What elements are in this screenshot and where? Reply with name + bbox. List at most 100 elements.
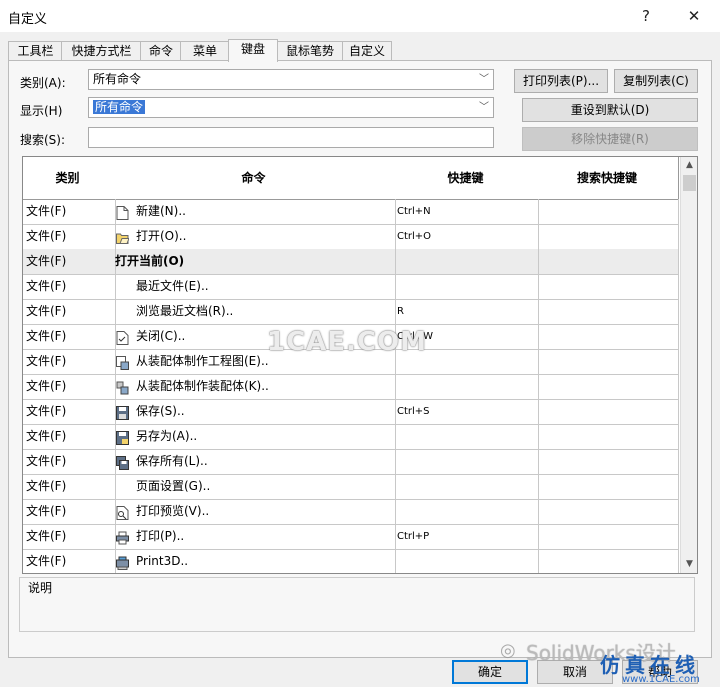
table-row[interactable]: 文件(F) 打开当前(O): [23, 249, 679, 275]
tab-mouse-gestures[interactable]: 鼠标笔势: [276, 41, 344, 61]
header-search-shortcut[interactable]: 搜索快捷键: [536, 157, 679, 200]
tab-menus[interactable]: 菜单: [180, 41, 230, 61]
title-bar: [0, 0, 720, 32]
cell-search-shortcut: [536, 549, 679, 573]
cell-category: 文件(F): [23, 274, 116, 299]
tab-toolbars[interactable]: 工具栏: [8, 41, 63, 61]
close-document-icon: [116, 329, 129, 345]
cell-category: 文件(F): [23, 399, 116, 424]
command-label: Print3D..: [136, 554, 189, 568]
vertical-scrollbar[interactable]: ▲ ▼: [680, 157, 697, 573]
table-row[interactable]: 文件(F) 从装配体制作装配体(K)..: [23, 374, 679, 400]
cell-command: 打印(P)..: [112, 524, 396, 549]
cell-command: 打开当前(O): [112, 249, 396, 274]
ok-button[interactable]: 确定: [452, 660, 528, 684]
table-row[interactable]: 文件(F) 打印预览(V)..: [23, 499, 679, 525]
open-folder-icon: [116, 229, 130, 244]
cell-shortcut[interactable]: [395, 474, 539, 499]
cell-command: 打开(O)..: [112, 224, 396, 249]
cell-search-shortcut: [536, 374, 679, 399]
save-icon: [116, 404, 129, 420]
cell-shortcut[interactable]: Ctrl+P: [395, 524, 539, 549]
tab-shortcut-bars[interactable]: 快捷方式栏: [61, 41, 142, 61]
table-row[interactable]: 文件(F) 浏览最近文档(R).. R: [23, 299, 679, 325]
cell-search-shortcut: [536, 199, 679, 224]
cell-shortcut[interactable]: Ctrl+O: [395, 224, 539, 249]
cell-command: Print3D..: [112, 549, 396, 573]
table-row[interactable]: 文件(F) 保存(S).. Ctrl+S: [23, 399, 679, 425]
header-category[interactable]: 类别: [23, 157, 113, 200]
category-label: 类别(A):: [20, 76, 66, 90]
cell-shortcut[interactable]: [395, 449, 539, 474]
table-row[interactable]: 文件(F) 打开(O).. Ctrl+O: [23, 224, 679, 250]
cell-search-shortcut: [536, 474, 679, 499]
cell-category: 文件(F): [23, 249, 116, 274]
copy-list-button[interactable]: 复制列表(C): [614, 69, 698, 93]
command-label: 从装配体制作工程图(E)..: [136, 354, 269, 368]
table-row[interactable]: 文件(F) 保存所有(L)..: [23, 449, 679, 475]
category-value: 所有命令: [93, 72, 142, 86]
cell-command: 打印预览(V)..: [112, 499, 396, 524]
cell-shortcut[interactable]: [395, 499, 539, 524]
header-command[interactable]: 命令: [112, 157, 396, 200]
cell-shortcut[interactable]: R: [395, 299, 539, 324]
table-row[interactable]: 文件(F) 打印(P).. Ctrl+P: [23, 524, 679, 550]
reset-default-button[interactable]: 重设到默认(D): [522, 98, 698, 122]
print-icon: [116, 529, 129, 545]
cell-command: 浏览最近文档(R)..: [112, 299, 396, 324]
tab-keyboard[interactable]: 键盘: [228, 39, 278, 62]
header-shortcut[interactable]: 快捷键: [395, 157, 537, 200]
cell-command: 新建(N)..: [112, 199, 396, 224]
command-label: 打印预览(V)..: [136, 504, 210, 518]
command-label: 新建(N)..: [136, 204, 186, 218]
cell-shortcut[interactable]: [395, 549, 539, 573]
cell-shortcut[interactable]: [395, 274, 539, 299]
cell-category: 文件(F): [23, 374, 116, 399]
cell-category: 文件(F): [23, 524, 116, 549]
display-dropdown[interactable]: 所有命令 ﹀: [88, 97, 494, 118]
cell-search-shortcut: [536, 499, 679, 524]
cell-command: 另存为(A)..: [112, 424, 396, 449]
cell-category: 文件(F): [23, 224, 116, 249]
cell-shortcut[interactable]: [395, 249, 539, 274]
scroll-up-icon[interactable]: ▲: [681, 157, 697, 174]
table-row[interactable]: 文件(F) 新建(N).. Ctrl+N: [23, 199, 679, 225]
cell-search-shortcut: [536, 299, 679, 324]
cell-shortcut[interactable]: Ctrl+S: [395, 399, 539, 424]
make-drawing-icon: [116, 354, 129, 370]
cell-category: 文件(F): [23, 324, 116, 349]
cell-search-shortcut: [536, 449, 679, 474]
tab-commands[interactable]: 命令: [140, 41, 182, 61]
watermark-site-url: www.1CAE.com: [622, 674, 700, 685]
category-dropdown[interactable]: 所有命令 ﹀: [88, 69, 494, 90]
scroll-thumb[interactable]: [683, 175, 696, 191]
table-row[interactable]: 文件(F) 另存为(A)..: [23, 424, 679, 450]
command-label: 保存所有(L)..: [136, 454, 208, 468]
cell-command: 页面设置(G)..: [112, 474, 396, 499]
scroll-down-icon[interactable]: ▼: [681, 556, 697, 573]
command-label: 最近文件(E)..: [136, 279, 209, 293]
cell-search-shortcut: [536, 424, 679, 449]
cell-category: 文件(F): [23, 449, 116, 474]
cell-shortcut[interactable]: [395, 374, 539, 399]
search-input[interactable]: [88, 127, 494, 148]
table-row[interactable]: 文件(F) Print3D..: [23, 549, 679, 573]
print-preview-icon: [116, 504, 129, 520]
print-list-button[interactable]: 打印列表(P)...: [514, 69, 608, 93]
save-all-icon: [116, 454, 129, 470]
cell-category: 文件(F): [23, 424, 116, 449]
table-row[interactable]: 文件(F) 最近文件(E)..: [23, 274, 679, 300]
help-icon[interactable]: ?: [634, 5, 658, 27]
command-label: 保存(S)..: [136, 404, 185, 418]
cell-shortcut[interactable]: [395, 424, 539, 449]
cell-shortcut[interactable]: Ctrl+N: [395, 199, 539, 224]
chevron-down-icon: ﹀: [479, 74, 489, 85]
description-label: 说明: [28, 581, 53, 595]
table-row[interactable]: 文件(F) 页面设置(G)..: [23, 474, 679, 500]
cell-search-shortcut: [536, 399, 679, 424]
remove-shortcut-button[interactable]: 移除快捷键(R): [522, 127, 698, 151]
tab-customize[interactable]: 自定义: [342, 41, 392, 61]
close-icon[interactable]: ✕: [682, 5, 706, 27]
command-label: 打印(P)..: [136, 529, 185, 543]
cell-search-shortcut: [536, 349, 679, 374]
